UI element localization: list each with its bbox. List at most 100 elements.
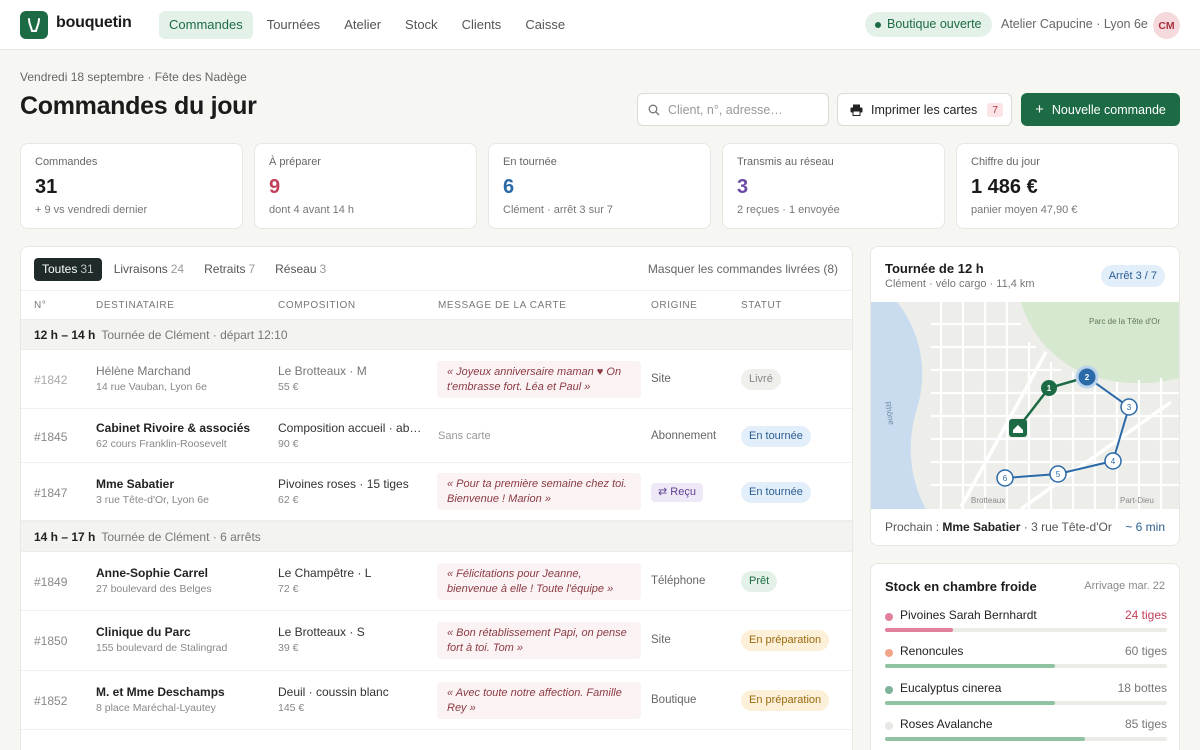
search-input[interactable] (668, 102, 818, 117)
order-origin: Abonnement (651, 430, 717, 442)
recipient-name: M. et Mme Deschamps (96, 685, 225, 699)
composition: Deuil · coussin blanc (278, 685, 389, 699)
order-origin: Site (651, 373, 671, 385)
stock-item[interactable]: Renoncules 60 tiges (885, 644, 1167, 680)
stop-number: 4 (1111, 457, 1116, 466)
nav-tournees[interactable]: Tournées (257, 11, 330, 39)
stock-level-track (885, 664, 1167, 668)
stop-number: 6 (1003, 474, 1008, 483)
hide-delivered-toggle[interactable]: Masquer les commandes livrées (8) (648, 262, 838, 276)
filter-label: Retraits (204, 262, 246, 276)
price: 39 € (278, 642, 299, 654)
group-desc: Tournée de Clément · 6 arrêts (101, 530, 261, 544)
page-title: Commandes du jour (20, 92, 257, 120)
map-label-brotteaux: Brotteaux (971, 496, 1005, 505)
route-subtitle: Clément · vélo cargo · 11,4 km (885, 278, 1035, 290)
card-message: Sans carte (438, 430, 491, 442)
filter-retraits[interactable]: Retraits 7 (196, 258, 263, 281)
column-header[interactable]: ORIGINE (651, 300, 697, 311)
composition: Le Brotteaux · S (278, 625, 365, 639)
stock-color-dot (885, 649, 893, 657)
table-row[interactable]: #1845 Cabinet Rivoire & associés 62 cour… (21, 409, 852, 463)
column-header[interactable]: COMPOSITION (278, 300, 356, 311)
filter-toutes[interactable]: Toutes 31 (34, 258, 102, 281)
stock-item-name: Roses Avalanche (900, 717, 993, 731)
table-row[interactable]: #1850 Clinique du Parc 155 boulevard de … (21, 611, 852, 671)
stock-title: Stock en chambre froide (885, 579, 1037, 594)
stat-value: 6 (503, 176, 515, 198)
route-stop-3[interactable]: 3 (1120, 398, 1138, 416)
map-label-partdieu: Part-Dieu (1120, 496, 1154, 505)
stock-item[interactable]: Pivoines Sarah Bernhardt 24 tiges (885, 608, 1167, 644)
route-map[interactable]: Rhône Parc de la Tête d'Or Brotteaux Par… (871, 302, 1180, 509)
column-header[interactable]: MESSAGE DE LA CARTE (438, 300, 566, 311)
filter-tabs: Toutes 31 Livraisons 24 Retraits 7 Réseau 3 (34, 258, 334, 281)
stat-sub: 2 reçues · 1 envoyée (737, 204, 840, 216)
stat-value: 31 (35, 176, 58, 198)
order-origin: Site (651, 634, 671, 646)
column-header[interactable]: STATUT (741, 300, 782, 311)
recipient-name: Mme Sabatier (96, 477, 175, 491)
filter-count: 24 (170, 262, 185, 276)
column-header[interactable]: DESTINATAIRE (96, 300, 175, 311)
nav-clients[interactable]: Clients (452, 11, 512, 39)
route-stop-1[interactable]: 1 (1041, 380, 1057, 396)
status-badge: En préparation (741, 630, 830, 651)
card-message: « Pour ta première semaine chez toi. Bie… (437, 473, 641, 510)
new-order-label: Nouvelle commande (1051, 102, 1166, 117)
stat-card: À préparer 9 dont 4 avant 14 h (254, 143, 477, 229)
logo-icon[interactable] (20, 11, 48, 39)
stock-item-name: Renoncules (900, 644, 964, 658)
print-cards-label: Imprimer les cartes (871, 102, 978, 117)
next-stop: Prochain : Mme Sabatier · 3 rue Tête-d'O… (885, 520, 1112, 534)
stat-label: Transmis au réseau (737, 156, 834, 168)
avatar[interactable]: CM (1153, 12, 1180, 39)
print-cards-button[interactable]: Imprimer les cartes 7 (837, 93, 1012, 126)
nav-stock[interactable]: Stock (395, 11, 448, 39)
status-dot-icon (875, 21, 881, 28)
table-row[interactable]: #1852 M. et Mme Deschamps 8 place Maréch… (21, 671, 852, 730)
stat-sub: Clément · arrêt 3 sur 7 (503, 204, 614, 216)
top-bar: bouquetin Commandes Tournées Atelier Sto… (0, 0, 1200, 50)
stock-item[interactable]: Eucalyptus cinerea 18 bottes (885, 681, 1167, 717)
recipient-name: Clinique du Parc (96, 625, 191, 639)
stat-value: 3 (737, 176, 749, 198)
route-stop-5[interactable]: 5 (1049, 465, 1067, 483)
route-stop-4[interactable]: 4 (1104, 452, 1122, 470)
nav-caisse[interactable]: Caisse (515, 11, 575, 39)
price: 145 € (278, 702, 305, 714)
stock-item[interactable]: Roses Avalanche 85 tiges (885, 717, 1167, 750)
card-message: « Avec toute notre affection. Famille Re… (437, 682, 641, 719)
recipient-address: 155 boulevard de Stalingrad (96, 642, 228, 654)
stock-item-qty: 85 tiges (1124, 717, 1167, 731)
stock-color-dot (885, 613, 893, 621)
route-stop-6[interactable]: 6 (996, 469, 1014, 487)
main-nav: Commandes Tournées Atelier Stock Clients… (159, 11, 575, 39)
nav-commandes[interactable]: Commandes (159, 11, 253, 39)
recipient-address: 14 rue Vauban, Lyon 6e (96, 381, 207, 393)
table-row[interactable]: #1842 Hélène Marchand 14 rue Vauban, Lyo… (21, 350, 852, 409)
print-count-badge: 7 (987, 102, 1004, 117)
filter-livraisons[interactable]: Livraisons 24 (106, 258, 192, 281)
nav-atelier[interactable]: Atelier (334, 11, 391, 39)
recipient-address: 3 rue Tête-d'Or, Lyon 6e (96, 494, 209, 506)
route-stop-2[interactable]: 2 (1075, 365, 1099, 389)
filter-label: Livraisons (113, 262, 168, 276)
stat-label: En tournée (503, 156, 557, 168)
stock-item-name: Pivoines Sarah Bernhardt (900, 608, 1037, 622)
stat-card: Transmis au réseau 3 2 reçues · 1 envoyé… (722, 143, 945, 229)
table-row[interactable]: #1847 Mme Sabatier 3 rue Tête-d'Or, Lyon… (21, 463, 852, 521)
order-number: #1842 (34, 373, 68, 387)
price: 55 € (278, 381, 299, 393)
stop-number: 2 (1085, 373, 1090, 382)
new-order-button[interactable]: + Nouvelle commande (1021, 93, 1180, 126)
stock-level-track (885, 737, 1167, 741)
filter-reseau[interactable]: Réseau 3 (267, 258, 334, 281)
stock-level-fill (885, 701, 1055, 705)
next-stop-name: Mme Sabatier (942, 520, 1021, 534)
table-row[interactable]: #1849 Anne-Sophie Carrel 27 boulevard de… (21, 552, 852, 611)
order-number: #1850 (34, 634, 68, 648)
stock-level-fill (885, 737, 1085, 741)
column-header[interactable]: N° (34, 300, 46, 311)
shop-status-badge[interactable]: Boutique ouverte (865, 12, 992, 37)
